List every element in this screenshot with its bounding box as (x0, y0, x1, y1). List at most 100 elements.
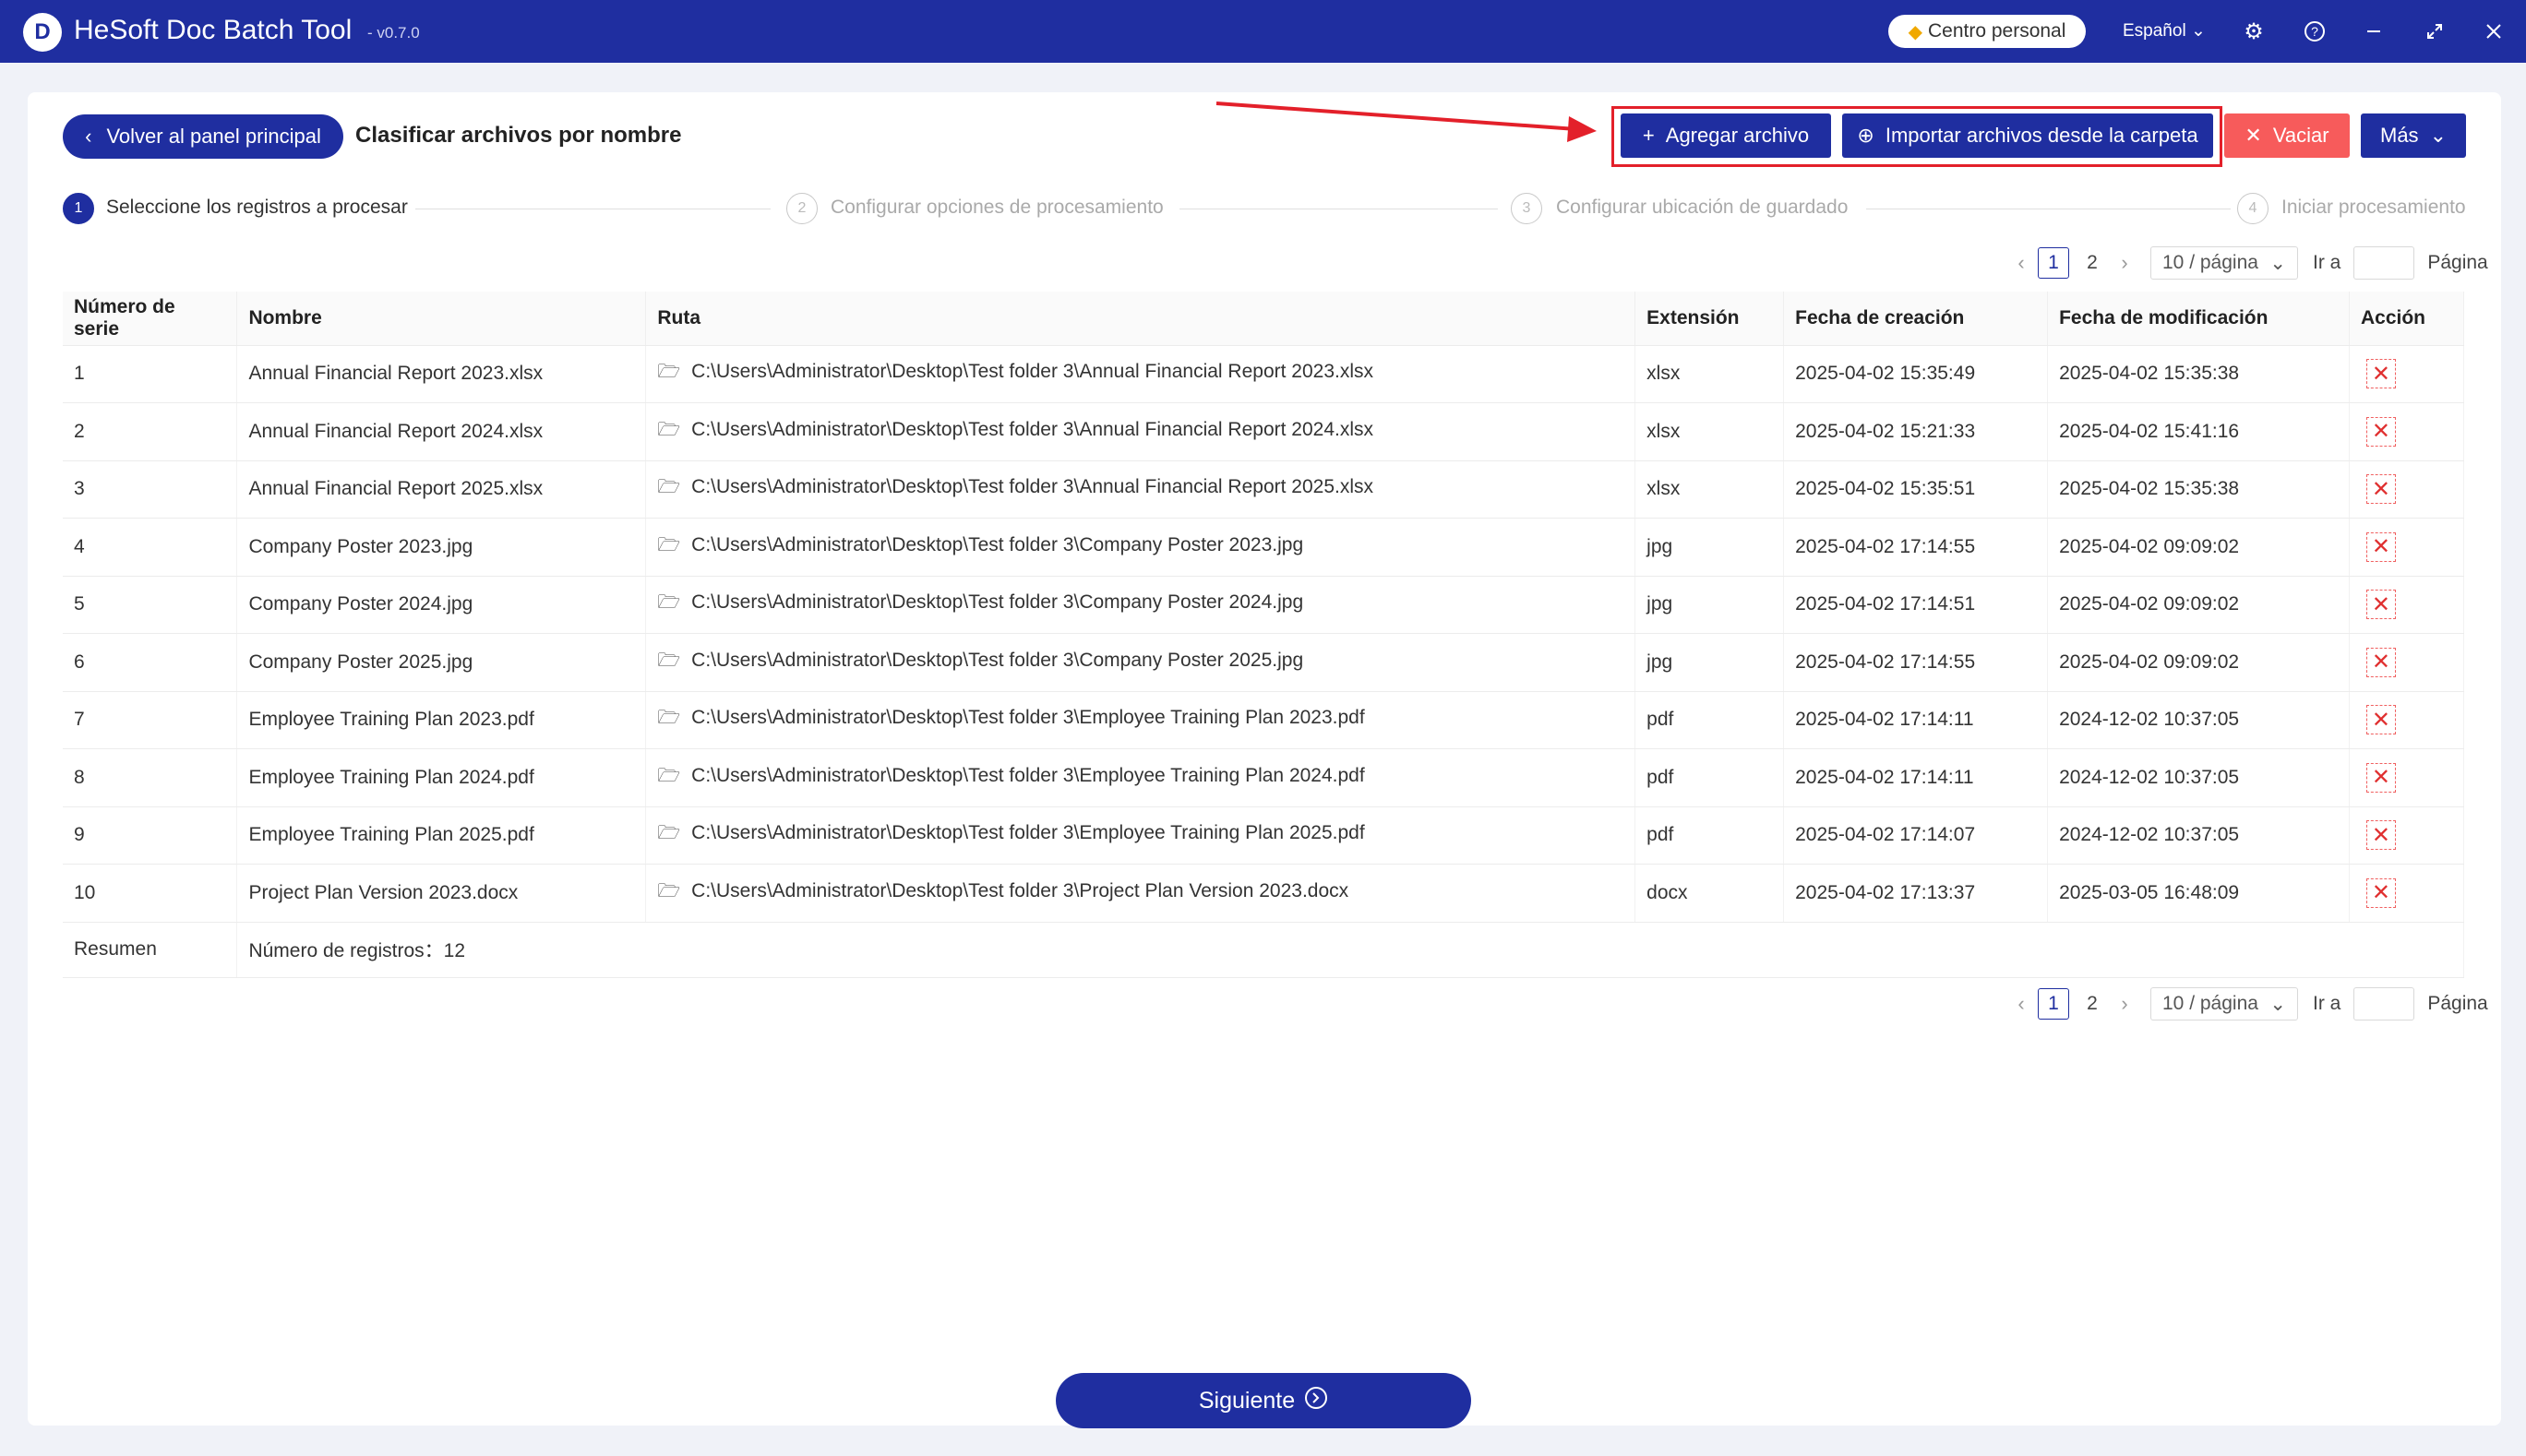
cell-extension: xlsx (1634, 345, 1785, 403)
next-page-icon[interactable]: › (2112, 251, 2137, 275)
step-3-number: 3 (1511, 193, 1542, 224)
question-icon[interactable]: ? (2296, 13, 2333, 50)
cell-name: Annual Financial Report 2023.xlsx (236, 345, 647, 403)
cell-serial: 4 (63, 518, 238, 577)
add-file-label: Agregar archivo (1665, 124, 1810, 147)
cell-action: ✕ (2349, 518, 2465, 577)
cell-name: Annual Financial Report 2024.xlsx (236, 402, 647, 461)
next-page-icon[interactable]: › (2112, 992, 2137, 1016)
delete-row-icon[interactable]: ✕ (2365, 762, 2396, 793)
path-text: C:\Users\Administrator\Desktop\Test fold… (691, 361, 1373, 383)
cell-serial: 10 (63, 864, 238, 923)
cell-serial: 5 (63, 576, 238, 634)
delete-row-icon[interactable]: ✕ (2365, 820, 2396, 851)
delete-row-icon[interactable]: ✕ (2365, 877, 2396, 908)
summary-value: Número de registros：12 (236, 922, 2464, 978)
table-row: 10 Project Plan Version 2023.docx 🗁 C:\Us… (63, 864, 2465, 923)
folder-icon[interactable]: 🗁 (657, 881, 680, 901)
cell-serial: 1 (63, 345, 238, 403)
cell-extension: docx (1634, 864, 1785, 923)
cell-path[interactable]: 🗁 C:\Users\Administrator\Desktop\Test fol… (645, 345, 1636, 403)
folder-icon[interactable]: 🗁 (657, 535, 680, 555)
cell-action: ✕ (2349, 460, 2465, 519)
cell-action: ✕ (2349, 345, 2465, 403)
folder-icon[interactable]: 🗁 (657, 592, 680, 613)
cell-modified: 2024-12-02 10:37:05 (2047, 748, 2350, 807)
column-header-serial: Número de serie (63, 292, 238, 346)
cell-path[interactable]: 🗁 C:\Users\Administrator\Desktop\Test fol… (645, 576, 1636, 634)
cell-extension: jpg (1634, 518, 1785, 577)
add-file-button[interactable]: + Agregar archivo (1621, 113, 1831, 158)
back-button[interactable]: ‹ Volver al panel principal (63, 114, 343, 159)
cell-path[interactable]: 🗁 C:\Users\Administrator\Desktop\Test fol… (645, 748, 1636, 807)
delete-row-icon[interactable]: ✕ (2365, 590, 2396, 620)
summary-label: Resumen (63, 922, 238, 978)
table-header-row: Número de serie Nombre Ruta Extensión Fe… (63, 292, 2465, 346)
delete-row-icon[interactable]: ✕ (2365, 416, 2396, 447)
goto-page-input[interactable] (2353, 987, 2415, 1020)
table-row: 3 Annual Financial Report 2025.xlsx 🗁 C:\… (63, 460, 2465, 519)
title-bar: D HeSoft Doc Batch Tool - v0.7.0 ◆ Centr… (0, 0, 2526, 63)
delete-row-icon[interactable]: ✕ (2365, 647, 2396, 677)
step-4-number: 4 (2237, 193, 2269, 224)
language-select[interactable]: Español ⌄ (2123, 20, 2206, 42)
import-folder-label: Importar archivos desde la carpeta (1885, 124, 2198, 147)
import-folder-button[interactable]: ⊕ Importar archivos desde la carpeta (1842, 113, 2213, 158)
clear-label: Vaciar (2272, 124, 2329, 147)
cell-modified: 2025-04-02 15:35:38 (2047, 345, 2350, 403)
clear-button[interactable]: ✕ Vaciar (2224, 113, 2350, 158)
gear-icon[interactable]: ⚙ (2235, 13, 2272, 50)
goto-page-input[interactable] (2353, 246, 2415, 280)
cell-path[interactable]: 🗁 C:\Users\Administrator\Desktop\Test fol… (645, 402, 1636, 461)
next-button[interactable]: Siguiente (1056, 1373, 1471, 1428)
folder-icon[interactable]: 🗁 (657, 362, 680, 382)
cell-serial: 3 (63, 460, 238, 519)
delete-row-icon[interactable]: ✕ (2365, 531, 2396, 562)
cell-extension: xlsx (1634, 402, 1785, 461)
path-text: C:\Users\Administrator\Desktop\Test fold… (691, 418, 1373, 440)
cell-action: ✕ (2349, 576, 2465, 634)
cell-path[interactable]: 🗁 C:\Users\Administrator\Desktop\Test fol… (645, 864, 1636, 923)
folder-icon[interactable]: 🗁 (657, 477, 680, 497)
cell-path[interactable]: 🗁 C:\Users\Administrator\Desktop\Test fol… (645, 633, 1636, 692)
cell-path[interactable]: 🗁 C:\Users\Administrator\Desktop\Test fol… (645, 460, 1636, 519)
prev-page-icon[interactable]: ‹ (2008, 992, 2034, 1016)
page-button-1[interactable]: 1 (2038, 988, 2069, 1020)
cell-name: Employee Training Plan 2023.pdf (236, 691, 647, 749)
folder-icon[interactable]: 🗁 (657, 708, 680, 728)
cell-path[interactable]: 🗁 C:\Users\Administrator\Desktop\Test fol… (645, 518, 1636, 577)
back-button-label: Volver al panel principal (106, 125, 321, 148)
close-icon[interactable] (2475, 13, 2512, 50)
page-size-select[interactable]: 10 / página ⌄ (2150, 987, 2298, 1020)
cell-action: ✕ (2349, 806, 2465, 865)
page-button-2[interactable]: 2 (2077, 247, 2108, 279)
folder-icon[interactable]: 🗁 (657, 823, 680, 843)
cell-path[interactable]: 🗁 C:\Users\Administrator\Desktop\Test fol… (645, 806, 1636, 865)
page-button-1[interactable]: 1 (2038, 247, 2069, 279)
cell-created: 2025-04-02 17:14:51 (1783, 576, 2049, 634)
page-size-select[interactable]: 10 / página ⌄ (2150, 246, 2298, 280)
folder-icon[interactable]: 🗁 (657, 420, 680, 440)
maximize-icon[interactable] (2416, 13, 2453, 50)
table-row: 8 Employee Training Plan 2024.pdf 🗁 C:\Us… (63, 748, 2465, 807)
page-button-2[interactable]: 2 (2077, 988, 2108, 1020)
cell-created: 2025-04-02 15:35:49 (1783, 345, 2049, 403)
delete-row-icon[interactable]: ✕ (2365, 705, 2396, 735)
folder-icon[interactable]: 🗁 (657, 766, 680, 786)
delete-row-icon[interactable]: ✕ (2365, 359, 2396, 389)
personal-center-button[interactable]: ◆ Centro personal (1888, 15, 2086, 48)
path-text: C:\Users\Administrator\Desktop\Test fold… (691, 476, 1373, 498)
personal-center-label: Centro personal (1927, 20, 2066, 42)
chevron-down-icon: ⌄ (2190, 21, 2206, 41)
cell-path[interactable]: 🗁 C:\Users\Administrator\Desktop\Test fol… (645, 691, 1636, 749)
more-button[interactable]: Más ⌄ (2361, 113, 2466, 158)
app-version: - v0.7.0 (367, 24, 420, 42)
delete-row-icon[interactable]: ✕ (2365, 474, 2396, 505)
minimize-icon[interactable] (2355, 13, 2392, 50)
cell-name: Employee Training Plan 2025.pdf (236, 806, 647, 865)
folder-icon[interactable]: 🗁 (657, 650, 680, 671)
chevron-down-icon: ⌄ (2269, 993, 2286, 1015)
path-text: C:\Users\Administrator\Desktop\Test fold… (691, 879, 1349, 901)
prev-page-icon[interactable]: ‹ (2008, 251, 2034, 275)
cell-serial: 9 (63, 806, 238, 865)
